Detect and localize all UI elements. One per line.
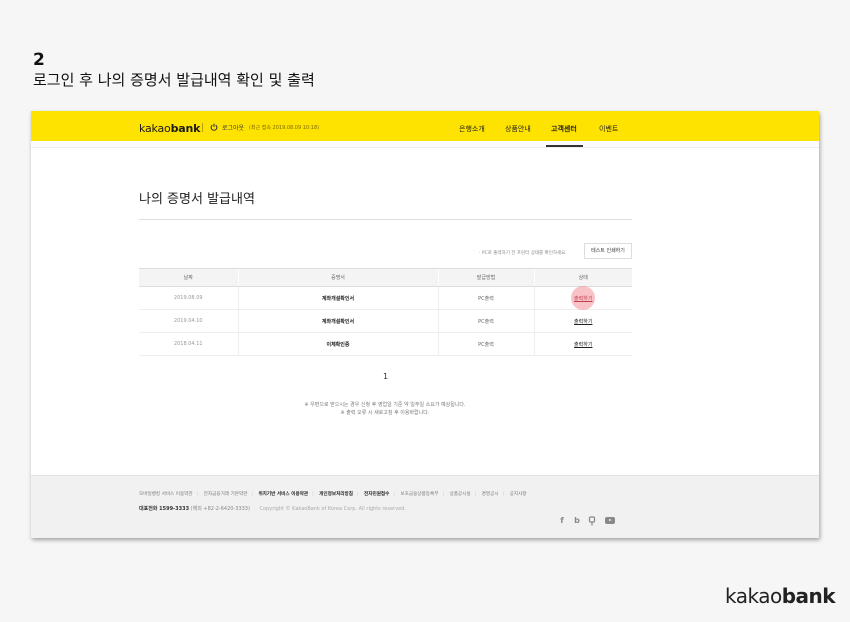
podcast-icon[interactable]	[587, 516, 597, 526]
row-status: 출력하기	[533, 332, 632, 356]
copyright: Copyright © KakaoBank of Korea Corp. All…	[259, 506, 406, 512]
table-row: 2018.04.11 이체확인증 PC출력 출력하기	[139, 332, 632, 356]
footer-links: 모바일뱅킹 서비스 이용약관 | 전자금융거래 기본약관 | 위치기반 서비스 이용…	[139, 492, 527, 497]
row-method: PC출력	[437, 309, 534, 333]
footer-link[interactable]: 상품공시실	[449, 492, 470, 497]
print-link[interactable]: 출력하기	[571, 286, 596, 310]
top-header: kakaobank 로그아웃 (최근 접속 2019.08.09 10:18) …	[31, 111, 819, 141]
blog-icon[interactable]: b	[572, 516, 582, 526]
row-date: 2019.08.09	[139, 286, 238, 310]
page-title: 나의 증명서 발급내역	[139, 192, 255, 207]
footer-link[interactable]: 개인정보처리방침	[319, 492, 353, 497]
table-header-row: 날짜 증명서 발급방법 상태	[139, 268, 632, 287]
header-certificate: 증명서	[237, 268, 438, 287]
footer-link[interactable]: 공지사항	[510, 492, 527, 497]
footer-link[interactable]: 경영공시	[482, 492, 499, 497]
power-icon[interactable]	[210, 123, 218, 131]
print-test-button[interactable]: 테스트 인쇄하기	[584, 243, 632, 259]
nav-bank-intro[interactable]: 은행소개	[459, 124, 485, 134]
kakaobank-watermark: kakaobank	[725, 584, 836, 608]
row-status: 출력하기	[533, 286, 632, 310]
notice-mail: ※ 우편으로 받으시는 경우 신청 후 영업일 기준 약 일주일 소요가 예상됩…	[304, 402, 466, 408]
table-row: 2019.04.10 계좌개설확인서 PC출력 출력하기	[139, 309, 632, 333]
header-status: 상태	[533, 268, 632, 287]
sub-band	[31, 141, 819, 148]
nav-products[interactable]: 상품안내	[505, 124, 531, 134]
footer-link[interactable]: 보호금융상품등록부	[400, 492, 438, 497]
browser-frame: kakaobank 로그아웃 (최근 접속 2019.08.09 10:18) …	[31, 111, 819, 538]
notice-refresh: ※ 출력 오류 시 새로고침 후 이용바랍니다.	[340, 410, 430, 416]
nav-customer-center[interactable]: 고객센터	[551, 124, 577, 134]
step-title: 로그인 후 나의 증명서 발급내역 확인 및 출력	[33, 71, 315, 89]
step-number: 2	[33, 50, 45, 70]
footer-contact: 대표전화 1599-3333 (해외 +82-2-6420-3333) Copy…	[139, 505, 406, 512]
footer-link[interactable]: 전자민원접수	[364, 492, 389, 497]
print-note: · PC로 출력하기 전 프린터 상태를 확인하세요.	[479, 251, 567, 256]
kakaobank-logo[interactable]: kakaobank	[139, 122, 200, 135]
row-method: PC출력	[437, 286, 534, 310]
facebook-icon[interactable]: f	[557, 516, 567, 526]
youtube-icon[interactable]	[605, 517, 615, 524]
pagination-current[interactable]: 1	[383, 372, 388, 381]
row-method: PC출력	[437, 332, 534, 356]
table-row: 2019.08.09 계좌개설확인서 PC출력 출력하기	[139, 286, 632, 310]
header-method: 발급방법	[437, 268, 534, 287]
row-status: 출력하기	[533, 309, 632, 333]
overseas-phone: (해외 +82-2-6420-3333)	[190, 506, 250, 512]
row-certificate: 계좌개설확인서	[237, 309, 438, 333]
logout-link[interactable]: 로그아웃	[222, 123, 244, 132]
active-nav-indicator	[546, 145, 583, 147]
row-date: 2018.04.11	[139, 332, 238, 356]
print-link-label: 출력하기	[574, 295, 593, 302]
row-certificate: 계좌개설확인서	[237, 286, 438, 310]
nav-events[interactable]: 이벤트	[599, 124, 618, 134]
print-link[interactable]: 출력하기	[574, 341, 592, 348]
footer-link[interactable]: 모바일뱅킹 서비스 이용약관	[139, 492, 193, 497]
row-certificate: 이체확인증	[237, 332, 438, 356]
certificate-table: 날짜 증명서 발급방법 상태 2019.08.09 계좌개설확인서 PC출력 출…	[139, 268, 632, 356]
phone-number: 대표전화 1599-3333	[139, 506, 190, 512]
footer-link[interactable]: 전자금융거래 기본약관	[204, 492, 248, 497]
last-login-text: (최근 접속 2019.08.09 10:18)	[249, 125, 320, 131]
footer: 모바일뱅킹 서비스 이용약관 | 전자금융거래 기본약관 | 위치기반 서비스 이용…	[31, 475, 819, 538]
footer-link[interactable]: 위치기반 서비스 이용약관	[258, 492, 308, 497]
print-link[interactable]: 출력하기	[574, 318, 592, 325]
title-divider	[139, 219, 632, 220]
header-divider	[202, 123, 203, 132]
row-date: 2019.04.10	[139, 309, 238, 333]
header-date: 날짜	[139, 268, 238, 287]
